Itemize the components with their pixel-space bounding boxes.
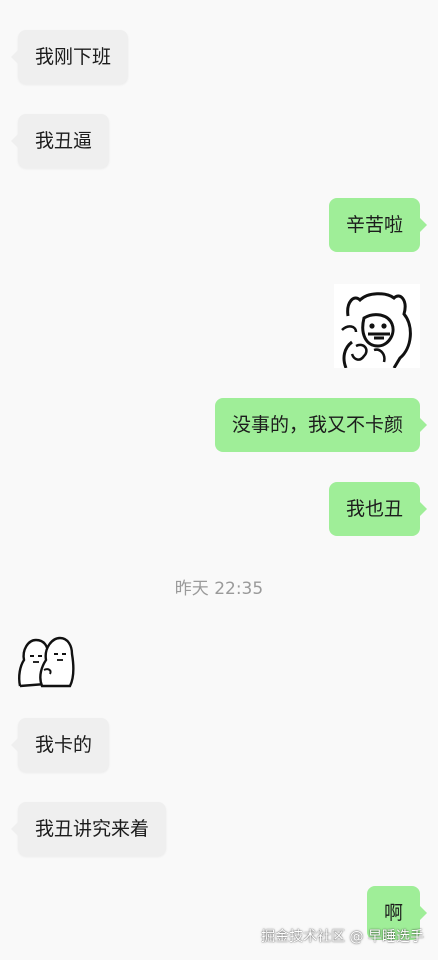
- sticker-message-incoming[interactable]: [16, 636, 76, 688]
- message-incoming[interactable]: 我刚下班: [10, 30, 129, 84]
- message-text: 辛苦啦: [345, 214, 403, 236]
- message-outgoing[interactable]: 没事的，我又不卡颜: [214, 398, 428, 452]
- message-incoming[interactable]: 我丑讲究来着: [10, 802, 167, 856]
- cat-drawing-sticker: [341, 292, 412, 368]
- sticker-message-outgoing[interactable]: [334, 284, 420, 368]
- message-text: 我丑讲究来着: [35, 818, 150, 840]
- two-round-doodles-sticker: [18, 636, 75, 688]
- message-outgoing[interactable]: 我也丑: [328, 482, 428, 536]
- message-incoming[interactable]: 我卡的: [10, 718, 110, 772]
- message-outgoing[interactable]: 辛苦啦: [328, 198, 428, 252]
- message-timestamp: 昨天 22:35: [174, 579, 264, 599]
- message-text: 我刚下班: [35, 46, 112, 68]
- message-text: 我卡的: [35, 734, 93, 756]
- message-text: 啊: [383, 902, 403, 924]
- message-text: 我丑逼: [35, 130, 93, 152]
- watermark: 掘金技术社区 @ 早睡选手: [261, 929, 424, 945]
- message-text: 没事的，我又不卡颜: [231, 414, 403, 436]
- message-incoming[interactable]: 我丑逼: [10, 114, 110, 168]
- message-text: 我也丑: [345, 498, 403, 520]
